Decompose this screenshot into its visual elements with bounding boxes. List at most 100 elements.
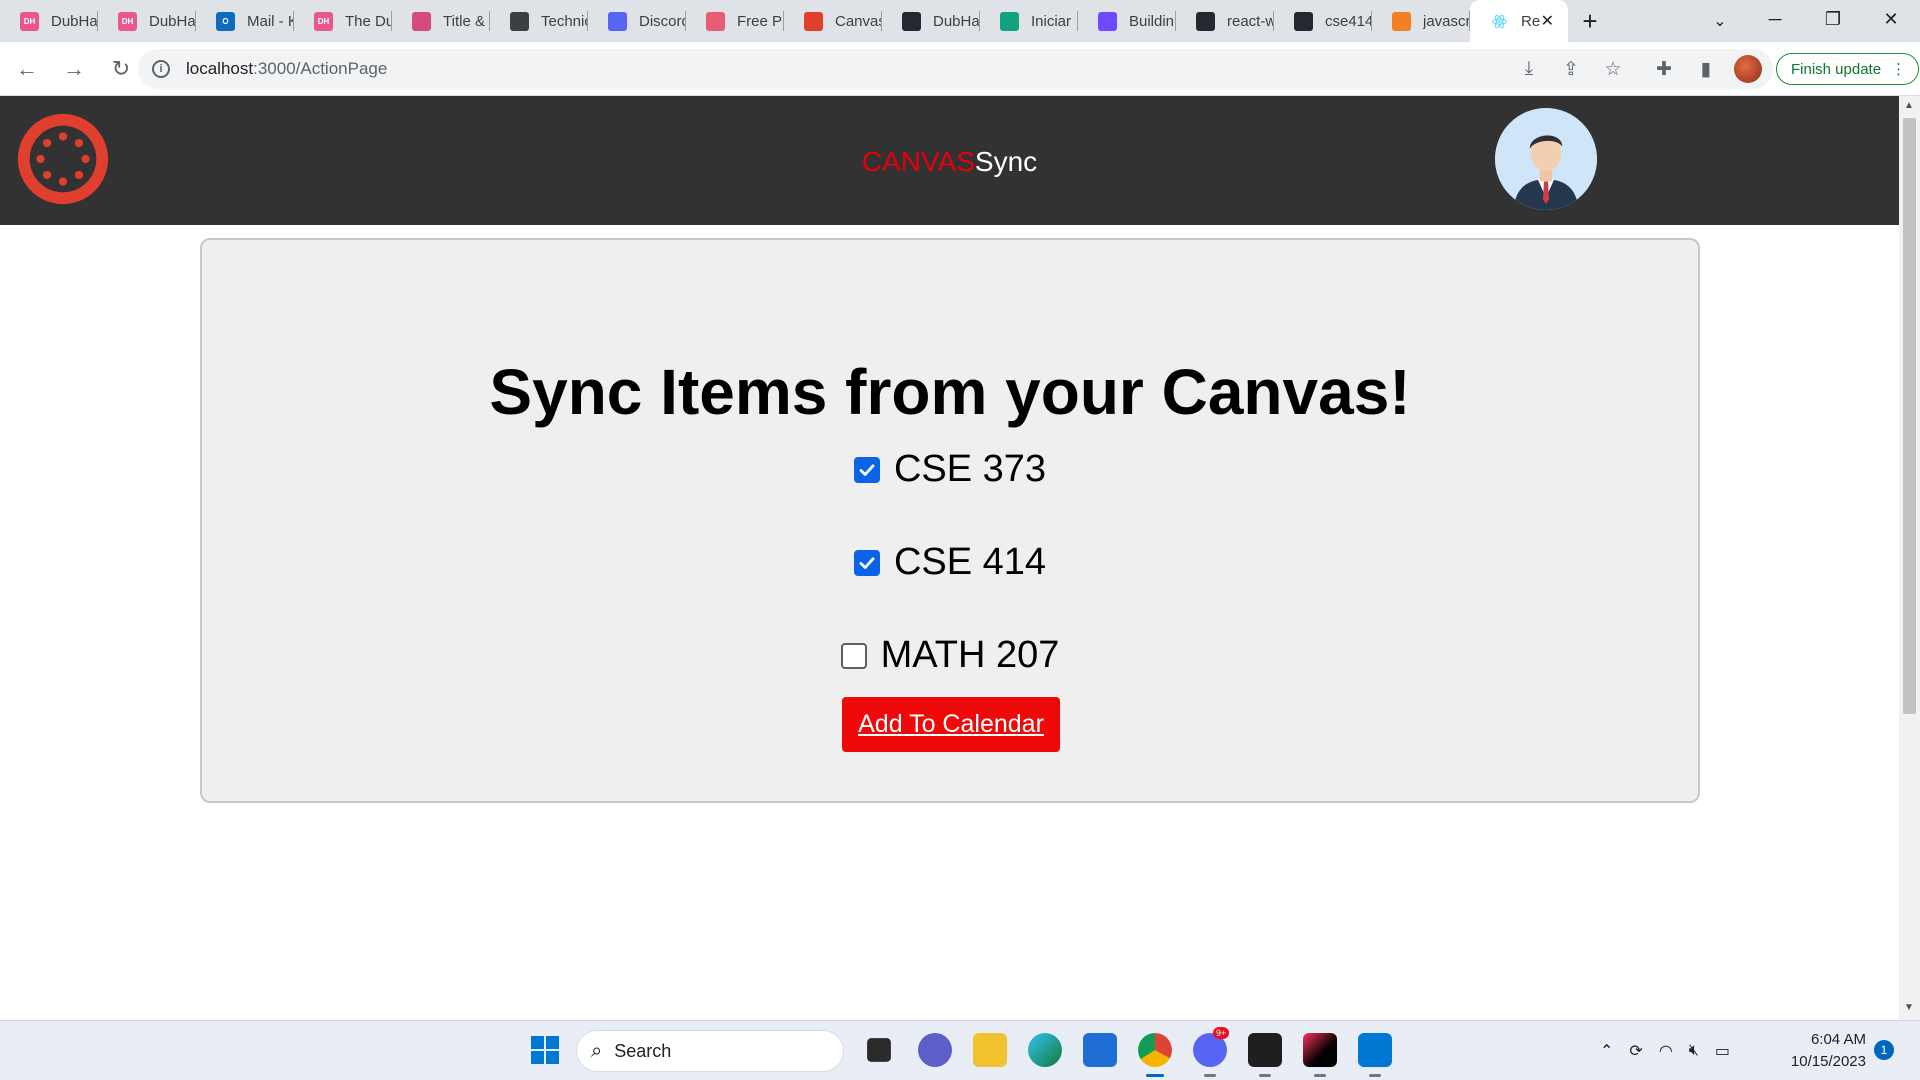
side-panel-icon[interactable]: ▮ [1692, 55, 1720, 83]
more-options-icon: ⋮ [1891, 61, 1907, 78]
browser-tab[interactable]: Buildin [1078, 0, 1176, 42]
course-label: MATH 207 [880, 634, 1060, 676]
toolbar-right: ✚ ▮ Finish update ⋮ [1650, 49, 1920, 89]
browser-tab[interactable]: Iniciar [980, 0, 1078, 42]
page-title: Sync Items from your Canvas! [489, 356, 1411, 428]
brand-sync: Sync [974, 146, 1038, 177]
tab-label: Canvas [835, 12, 882, 30]
omnibox-actions: ⤓ ⇪ ☆ [1515, 49, 1627, 89]
tabs-container: DH DubHacks DH DubHacks O Mail - K DH The Dub Ti… [0, 0, 1470, 42]
windows-taskbar: ⌕ Search 9+ ⌃ ⟳ ◠ 🔇︎ ▭ 6:04 AM 10/15/202… [0, 1020, 1920, 1080]
tab-favicon-icon [804, 11, 823, 31]
sync-card: Sync Items from your Canvas! CSE 373 CSE… [200, 238, 1700, 803]
bookmark-star-icon[interactable]: ☆ [1599, 55, 1627, 83]
battery-icon[interactable]: ▭ [1715, 1041, 1730, 1061]
tab-label: Free Pr [737, 12, 784, 30]
clock-time: 6:04 AM [1810, 1031, 1866, 1048]
task-view-icon[interactable] [867, 1038, 891, 1062]
scroll-up-icon[interactable]: ▲ [1904, 100, 1914, 111]
tab-favicon-icon [1294, 11, 1313, 31]
teams-chat-icon[interactable] [918, 1033, 952, 1067]
browser-tab[interactable]: O Mail - K [196, 0, 294, 42]
tab-favicon-icon: DH [314, 11, 333, 31]
wifi-icon[interactable]: ◠ [1659, 1041, 1673, 1061]
browser-tab[interactable]: DubHac [882, 0, 980, 42]
close-window-button[interactable]: ✕ [1862, 0, 1920, 38]
scroll-down-icon[interactable]: ▼ [1904, 1002, 1914, 1013]
browser-tab[interactable]: react-w [1176, 0, 1274, 42]
close-tab-icon[interactable]: ✕ [1541, 11, 1554, 31]
windows-start-icon[interactable] [528, 1033, 562, 1067]
tab-label: The Dub [345, 12, 392, 30]
tab-favicon-icon [902, 11, 921, 31]
active-indicator [1146, 1074, 1164, 1077]
tab-favicon-icon [1196, 11, 1215, 31]
course-checkbox-cse-373[interactable] [853, 456, 880, 483]
minimize-button[interactable]: ─ [1746, 0, 1804, 38]
site-info-icon[interactable]: i [152, 60, 170, 78]
react-icon [1490, 12, 1509, 31]
url-text: localhost:3000/ActionPage [186, 59, 387, 79]
tab-label: cse414 [1325, 12, 1372, 30]
course-checkbox-cse-414[interactable] [853, 549, 880, 576]
url-host: localhost [186, 59, 254, 78]
search-label: Search [614, 1040, 672, 1061]
tab-label: Technic [541, 12, 588, 30]
back-button[interactable]: ← [7, 49, 47, 89]
browser-tab[interactable]: DH The Dub [294, 0, 392, 42]
intellij-icon[interactable] [1303, 1033, 1337, 1077]
tab-favicon-icon [1000, 11, 1019, 31]
browser-tab[interactable]: Technic [490, 0, 588, 42]
browser-tab[interactable]: Free Pr [686, 0, 784, 42]
taskbar-clock[interactable]: 6:04 AM 10/15/2023 [1780, 1029, 1866, 1073]
forward-button[interactable]: → [54, 49, 94, 89]
tab-label: DubHacks [51, 12, 98, 30]
tab-search-chevron-icon[interactable]: ⌄ [1705, 6, 1735, 36]
discord-icon[interactable]: 9+ [1193, 1027, 1230, 1077]
reload-button[interactable]: ↻ [101, 49, 141, 89]
file-explorer-icon[interactable] [973, 1033, 1007, 1067]
tab-label: Title & [443, 12, 485, 30]
browser-tab[interactable]: Title & [392, 0, 490, 42]
vscode-icon[interactable] [1358, 1033, 1392, 1077]
system-tray: ⌃ ⟳ ◠ 🔇︎ ▭ [1600, 1021, 1730, 1080]
restore-button[interactable]: ❐ [1804, 0, 1862, 38]
notification-badge[interactable]: 1 [1874, 1040, 1894, 1060]
tab-active[interactable]: Re ✕ [1470, 0, 1568, 42]
show-hidden-icons-chevron-icon[interactable]: ⌃ [1600, 1041, 1613, 1061]
taskbar-search-box[interactable]: ⌕ Search [576, 1030, 844, 1072]
microsoft-store-icon[interactable] [1083, 1033, 1117, 1067]
running-indicator [1314, 1074, 1326, 1077]
finish-update-button[interactable]: Finish update ⋮ [1776, 53, 1920, 85]
tab-favicon-icon [412, 11, 431, 31]
page-scrollbar[interactable]: ▲ ▼ [1899, 96, 1920, 1020]
chrome-icon[interactable] [1138, 1033, 1172, 1077]
discord-badge: 9+ [1213, 1027, 1230, 1039]
add-to-calendar-button[interactable]: Add To Calendar [842, 697, 1060, 752]
terminal-icon[interactable] [1248, 1033, 1282, 1077]
tab-favicon-icon [608, 11, 627, 31]
browser-tab[interactable]: DH DubHacks [98, 0, 196, 42]
new-tab-button[interactable]: + [1568, 0, 1612, 42]
browser-tab[interactable]: DH DubHacks [0, 0, 98, 42]
course-checkbox-math-207[interactable] [840, 642, 867, 669]
profile-avatar[interactable] [1734, 55, 1762, 83]
user-avatar[interactable] [1495, 108, 1597, 210]
tab-favicon-icon [1098, 11, 1117, 31]
tab-favicon-icon [1392, 11, 1411, 31]
volume-muted-icon[interactable]: 🔇︎ [1689, 1042, 1699, 1060]
scrollbar-thumb[interactable] [1903, 118, 1916, 714]
edge-icon[interactable] [1028, 1033, 1062, 1067]
course-row-math-207: MATH 207 [202, 634, 1698, 677]
extensions-icon[interactable]: ✚ [1650, 55, 1678, 83]
share-icon[interactable]: ⇪ [1557, 55, 1585, 83]
browser-tab[interactable]: cse414 [1274, 0, 1372, 42]
app-brand-title: CANVASSync [0, 146, 1899, 178]
sync-icon[interactable]: ⟳ [1629, 1041, 1642, 1061]
browser-tab[interactable]: javascr [1372, 0, 1470, 42]
browser-tab[interactable]: Discord [588, 0, 686, 42]
install-app-icon[interactable]: ⤓ [1515, 55, 1543, 83]
tab-favicon-icon: DH [20, 11, 39, 31]
browser-tab[interactable]: Canvas [784, 0, 882, 42]
clock-date: 10/15/2023 [1790, 1053, 1866, 1070]
